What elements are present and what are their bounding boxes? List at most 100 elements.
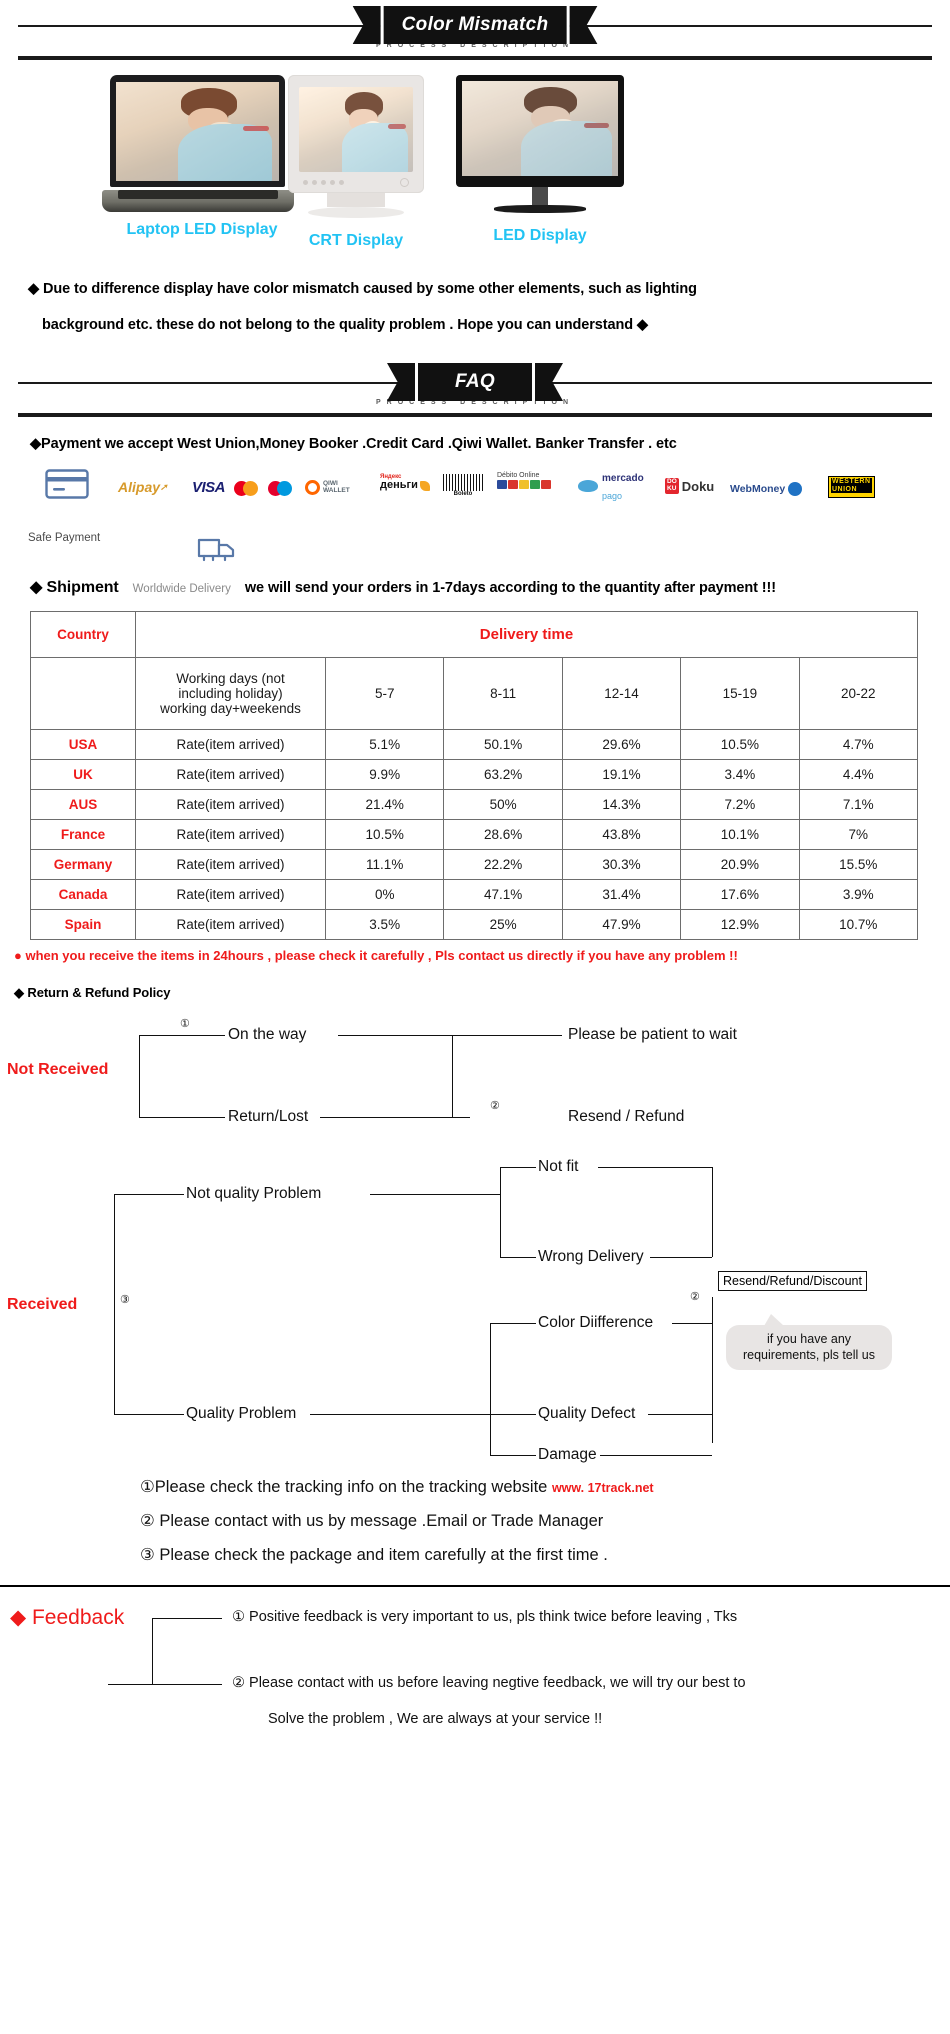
received-branch-bottom [114,1414,184,1415]
not-quality-out-line [370,1194,500,1195]
cell-value: 10.1% [680,819,800,850]
feedback-title: ◆ Feedback [10,1606,125,1629]
logo-doku: DO KU Doku [665,478,715,494]
cell-value: 7% [798,819,919,850]
banner-color-mismatch: Color Mismatch PROCESS DESCRIPTION [0,4,950,60]
cell-value: 10.7% [798,909,919,940]
not-fit-line [500,1167,536,1168]
logo-western-union: WESTERN UNION [828,476,875,498]
cell-value: 63.2% [443,759,563,790]
node-quality-defect: Quality Defect [538,1405,636,1422]
return-lost-out-line [320,1117,470,1118]
cell-country: Germany [30,849,136,880]
payment-methods-line: ◆Payment we accept West Union,Money Book… [30,436,677,452]
return-refund-policy-title: ◆ Return & Refund Policy [14,985,171,1000]
cell-value: 11.1% [324,849,445,880]
not-quality-merge [712,1167,713,1257]
logo-mercado-pago: mercado pago [578,474,644,501]
cell-value: 10.5% [324,819,445,850]
subheader-range-1: 8-11 [443,657,563,730]
color-difference-line [490,1323,536,1324]
subheader-range-2: 12-14 [561,657,682,730]
cell-value: 7.1% [798,789,919,820]
cell-value: 14.3% [561,789,682,820]
marker-resend-refund: ② [490,1100,500,1112]
on-the-way-out-line [338,1035,562,1036]
node-wrong-delivery: Wrong Delivery [538,1248,644,1265]
header-delivery-time: Delivery time [135,611,918,658]
not-received-branch2-line [139,1117,225,1118]
color-difference-out-line [672,1323,712,1324]
diagram-not-received: Not Received ① On the way Please be pati… [0,1017,950,1137]
receive-check-note: ● when you receive the items in 24hours … [14,948,738,963]
cell-value: 31.4% [561,879,682,910]
cell-value: 15.5% [798,849,919,880]
logo-boleto: Boleto [443,474,483,497]
received-trunk [114,1194,115,1414]
cell-value: 3.9% [798,879,919,910]
node-color-difference: Color Diifference [538,1314,654,1331]
quality-defect-out-line [648,1414,712,1415]
cell-value: 47.1% [443,879,563,910]
policy-notes: ①Please check the tracking info on the t… [140,1477,950,1565]
cell-value: 47.9% [561,909,682,940]
node-damage: Damage [538,1446,597,1463]
display-led: LED Display [456,75,624,245]
cell-value: 50% [443,789,563,820]
cell-value: 19.1% [561,759,682,790]
table-row: Spain Rate(item arrived) 3.5% 25% 47.9% … [30,909,919,940]
display-crt: CRT Display [288,75,424,250]
subheader-range-4: 20-22 [798,657,919,730]
feedback-line-top [152,1618,222,1619]
cell-value: 21.4% [324,789,445,820]
cell-rate-label: Rate(item arrived) [135,759,326,790]
subheader-working-days: Working days (not including holiday) wor… [135,657,326,730]
crt-screen [288,75,424,193]
barcode-icon [443,474,483,491]
faq-banner-double-rule [18,413,932,417]
logo-qiwi-wallet: QIWI WALLET [305,476,350,498]
cell-value: 20.9% [680,849,800,880]
cell-value: 43.8% [561,819,682,850]
crt-controls [299,178,413,187]
subheader-range-3: 15-19 [680,657,800,730]
received-branch-top [114,1194,184,1195]
policy-note-1: ①Please check the tracking info on the t… [140,1477,950,1497]
result-be-patient: Please be patient to wait [568,1026,737,1043]
not-fit-out-line [598,1167,712,1168]
display-laptop: Laptop LED Display [102,75,294,239]
feedback-bracket [152,1618,153,1684]
node-on-the-way: On the way [228,1026,307,1043]
cell-rate-label: Rate(item arrived) [135,789,326,820]
policy-note-2-text: Please contact with us by message .Email… [154,1512,604,1530]
doku-mark-icon: DO KU [665,478,679,494]
feedback-item-1-text: Positive feedback is very important to u… [245,1609,738,1625]
marker-received-result: ② [690,1291,700,1303]
color-note-line-1: ◆ Due to difference display have color m… [28,281,697,297]
bubble-tip [764,1314,784,1326]
node-return-lost: Return/Lost [228,1108,309,1125]
cell-country: USA [30,729,136,760]
sample-photo-laptop [116,82,279,181]
logo-maestro [268,477,292,499]
table-row: AUS Rate(item arrived) 21.4% 50% 14.3% 7… [30,789,919,820]
quality-out-line [310,1414,490,1415]
cell-value: 50.1% [443,729,563,760]
cell-value: 25% [443,909,563,940]
cell-value: 5.1% [324,729,445,760]
color-note-line-2: background etc. these do not belong to t… [42,317,648,333]
tracking-website-link[interactable]: www. 17track.net [552,1481,654,1495]
policy-note-1-num: ① [140,1478,155,1496]
feedback-item-2: ② Please contact with us before leaving … [232,1675,746,1691]
bubble-line-1: if you have any [766,1332,852,1346]
quality-defect-line [490,1414,536,1415]
worldwide-delivery-label: Worldwide Delivery [132,583,231,595]
cell-rate-label: Rate(item arrived) [135,909,326,940]
policy-note-1-text: Please check the tracking info on the tr… [154,1478,552,1496]
cell-value: 22.2% [443,849,563,880]
policy-note-3: ③ Please check the package and item care… [140,1545,950,1565]
policy-note-3-num: ③ [140,1546,155,1564]
cell-value: 4.7% [798,729,919,760]
quality-split [490,1323,491,1455]
logo-alipay: Alipay ➚ [118,479,168,495]
